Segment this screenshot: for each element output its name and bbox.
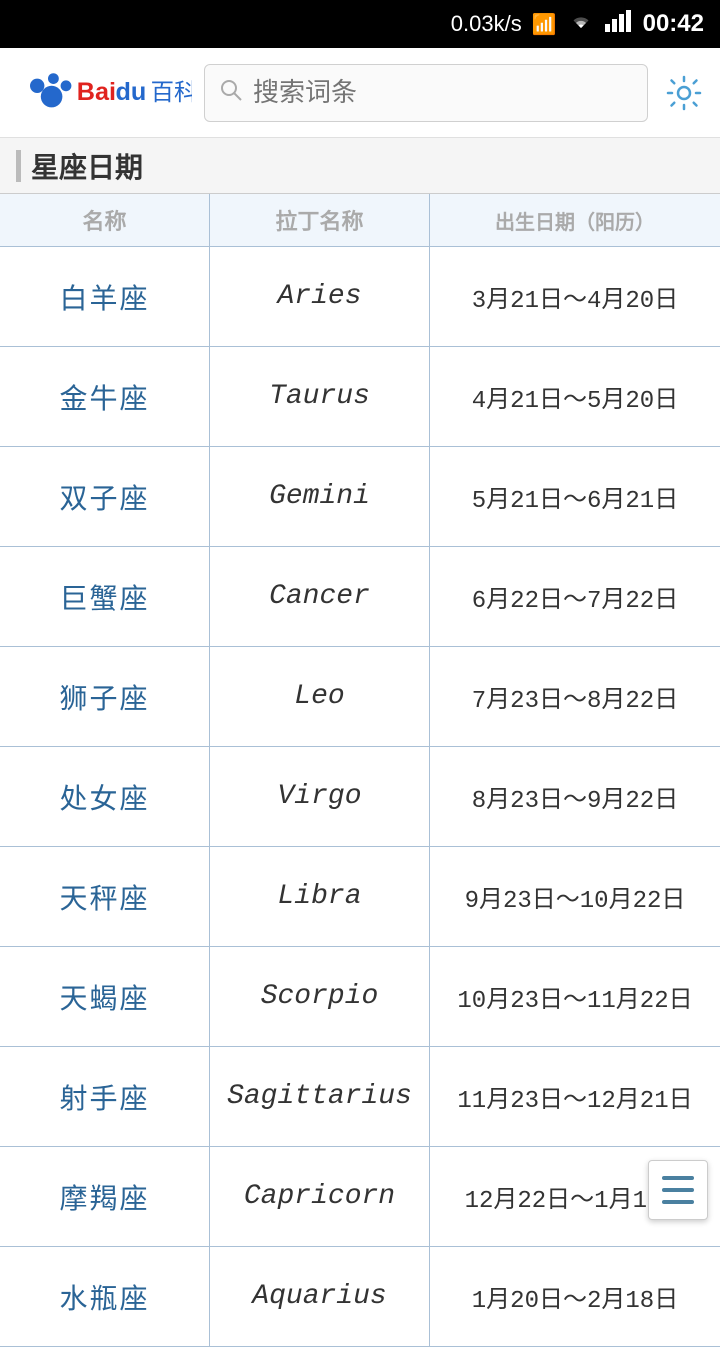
svg-text:百科: 百科 [151, 79, 192, 105]
table-row[interactable]: 摩羯座 Capricorn 12月22日～1月19日 [0, 1147, 720, 1247]
col-header-name: 名称 [0, 194, 210, 246]
time-display: 00:42 [643, 10, 704, 38]
float-menu-button[interactable] [648, 1160, 708, 1220]
table-row[interactable]: 白羊座 Aries 3月21日～4月20日 [0, 247, 720, 347]
bars-icon [605, 10, 633, 38]
zodiac-date: 5月21日～6月21日 [430, 447, 720, 546]
zodiac-en: Scorpio [210, 947, 430, 1046]
zodiac-cn: 天蝎座 [0, 947, 210, 1046]
table-row[interactable]: 金牛座 Taurus 4月21日～5月20日 [0, 347, 720, 447]
zodiac-date: 11月23日～12月21日 [430, 1047, 720, 1146]
zodiac-cn: 天秤座 [0, 847, 210, 946]
zodiac-cn: 处女座 [0, 747, 210, 846]
baidu-logo[interactable]: Bai du 百科 [12, 63, 192, 123]
zodiac-en: Virgo [210, 747, 430, 846]
gear-button[interactable] [660, 69, 708, 117]
status-bar: 0.03k/s 📶 00:42 [0, 0, 720, 48]
svg-text:du: du [116, 78, 147, 106]
zodiac-en: Leo [210, 647, 430, 746]
col-header-date: 出生日期（阳历） [430, 194, 720, 246]
zodiac-en: Aquarius [210, 1247, 430, 1346]
zodiac-date: 6月22日～7月22日 [430, 547, 720, 646]
zodiac-date: 9月23日～10月22日 [430, 847, 720, 946]
wifi-icon [567, 10, 595, 38]
zodiac-cn: 水瓶座 [0, 1247, 210, 1346]
section-header: 星座日期 [0, 138, 720, 194]
table-row[interactable]: 双子座 Gemini 5月21日～6月21日 [0, 447, 720, 547]
table-row[interactable]: 狮子座 Leo 7月23日～8月22日 [0, 647, 720, 747]
zodiac-cn: 巨蟹座 [0, 547, 210, 646]
section-title: 星座日期 [31, 146, 143, 186]
zodiac-en: Cancer [210, 547, 430, 646]
zodiac-cn: 狮子座 [0, 647, 210, 746]
zodiac-en: Gemini [210, 447, 430, 546]
zodiac-en: Capricorn [210, 1147, 430, 1246]
section-header-bar [16, 150, 21, 182]
zodiac-en: Sagittarius [210, 1047, 430, 1146]
top-bar: Bai du 百科 [0, 48, 720, 138]
zodiac-cn: 金牛座 [0, 347, 210, 446]
zodiac-cn: 白羊座 [0, 247, 210, 346]
zodiac-en: Libra [210, 847, 430, 946]
zodiac-date: 7月23日～8月22日 [430, 647, 720, 746]
table-row[interactable]: 射手座 Sagittarius 11月23日～12月21日 [0, 1047, 720, 1147]
search-bar[interactable] [204, 64, 648, 122]
col-header-latin: 拉丁名称 [210, 194, 430, 246]
zodiac-table: 白羊座 Aries 3月21日～4月20日 金牛座 Taurus 4月21日～5… [0, 247, 720, 1347]
table-row[interactable]: 天秤座 Libra 9月23日～10月22日 [0, 847, 720, 947]
table-row[interactable]: 处女座 Virgo 8月23日～9月22日 [0, 747, 720, 847]
signal-icon: 📶 [532, 12, 557, 37]
zodiac-en: Aries [210, 247, 430, 346]
table-row[interactable]: 天蝎座 Scorpio 10月23日～11月22日 [0, 947, 720, 1047]
column-header-row: 名称 拉丁名称 出生日期（阳历） [0, 194, 720, 247]
zodiac-date: 3月21日～4月20日 [430, 247, 720, 346]
network-speed: 0.03k/s [451, 11, 522, 37]
zodiac-date: 4月21日～5月20日 [430, 347, 720, 446]
zodiac-cn: 双子座 [0, 447, 210, 546]
zodiac-date: 10月23日～11月22日 [430, 947, 720, 1046]
zodiac-date: 8月23日～9月22日 [430, 747, 720, 846]
table-row[interactable]: 巨蟹座 Cancer 6月22日～7月22日 [0, 547, 720, 647]
table-row[interactable]: 水瓶座 Aquarius 1月20日～2月18日 [0, 1247, 720, 1347]
zodiac-cn: 摩羯座 [0, 1147, 210, 1246]
zodiac-date: 1月20日～2月18日 [430, 1247, 720, 1346]
zodiac-en: Taurus [210, 347, 430, 446]
search-input[interactable] [253, 77, 633, 108]
zodiac-cn: 射手座 [0, 1047, 210, 1146]
search-icon [219, 78, 243, 107]
svg-text:Bai: Bai [77, 78, 116, 106]
